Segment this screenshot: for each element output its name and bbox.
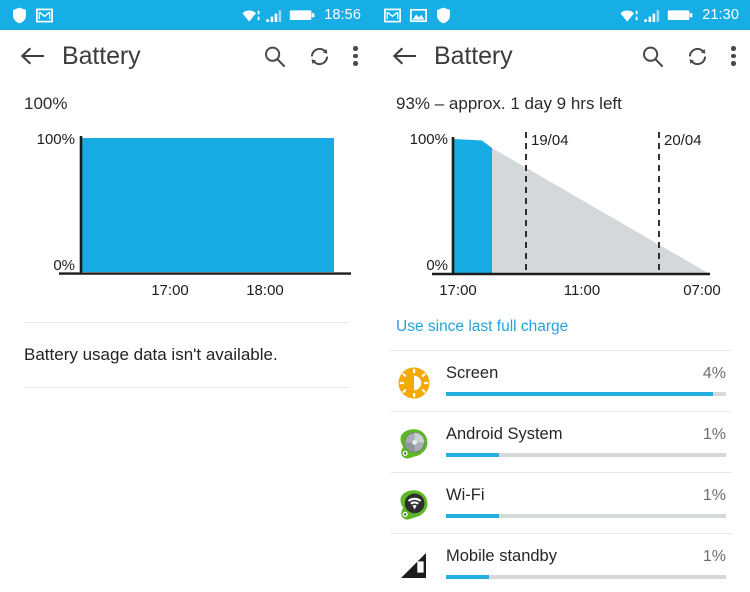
left-status-system-icons: 18:56	[242, 7, 361, 23]
left-chart-xtick-0: 17:00	[151, 282, 189, 299]
screen-brightness-icon	[396, 365, 432, 401]
list-item-header: Mobile standby 1%	[446, 547, 726, 566]
shield-icon	[437, 7, 450, 23]
right-status-time: 21:30	[702, 7, 739, 23]
left-chart-svg: 100% 0% 17:00 18:00	[37, 131, 351, 299]
list-item-progress-fill	[446, 575, 490, 579]
right-status-system-icons: 21:30	[620, 7, 739, 23]
list-item-progress-fill	[446, 453, 500, 457]
right-chart-xtick-2: 07:00	[683, 282, 721, 299]
list-item-progress-fill	[446, 392, 714, 396]
right-chart-daymarker-label-0: 19/04	[531, 132, 569, 149]
right-toolbar-actions	[641, 45, 736, 68]
right-chart-svg: 100% 0% 19/04 20/04 17:00 11:00 07:00	[410, 131, 721, 299]
list-item-body: Mobile standby 1%	[446, 545, 726, 579]
list-item-header: Wi-Fi 1%	[446, 486, 726, 505]
back-arrow-icon[interactable]	[392, 46, 418, 66]
mobile-signal-icon	[396, 548, 432, 584]
list-item[interactable]: Android System 1%	[390, 412, 732, 473]
photos-icon	[410, 8, 427, 22]
list-item-body: Screen 4%	[446, 362, 726, 396]
overflow-menu-icon[interactable]	[353, 46, 358, 66]
overflow-menu-icon[interactable]	[731, 46, 736, 66]
page-title: Battery	[434, 41, 513, 70]
left-chart-ytick-top: 100%	[37, 131, 75, 148]
list-item-progress-track	[446, 453, 726, 457]
list-item-percent: 1%	[702, 548, 726, 565]
left-chart-xtick-1: 18:00	[246, 282, 284, 299]
list-item[interactable]: Wi-Fi 1%	[390, 473, 732, 534]
list-item-progress-track	[446, 392, 726, 396]
list-item-header: Android System 1%	[446, 425, 726, 444]
signal-bars-icon	[266, 9, 282, 22]
list-item-body: Wi-Fi 1%	[446, 484, 726, 518]
left-status-time: 18:56	[324, 7, 361, 23]
battery-icon	[290, 10, 315, 20]
list-item-progress-fill	[446, 514, 500, 518]
left-battery-chart: 100% 0% 17:00 18:00	[18, 118, 354, 302]
list-item-label: Android System	[446, 425, 563, 443]
android-system-icon	[396, 426, 432, 462]
wifi-app-icon	[396, 487, 432, 523]
refresh-icon[interactable]	[308, 45, 331, 68]
battery-usage-list: Screen 4% Android System 1% Wi-Fi 1% Mob…	[390, 350, 732, 592]
right-chart-xtick-0: 17:00	[439, 282, 477, 299]
right-chart-daymarker-label-1: 20/04	[664, 132, 702, 149]
right-status-bar: 21:30	[372, 0, 750, 30]
list-item-progress-track	[446, 514, 726, 518]
refresh-icon[interactable]	[686, 45, 709, 68]
list-item-label: Mobile standby	[446, 547, 557, 565]
search-icon[interactable]	[263, 45, 286, 68]
left-status-notification-icons	[12, 7, 53, 24]
right-chart-xtick-1: 11:00	[564, 282, 600, 299]
right-battery-summary: 93% – approx. 1 day 9 hrs left	[396, 94, 622, 113]
wifi-icon	[242, 9, 261, 22]
list-item-header: Screen 4%	[446, 364, 726, 383]
page-title: Battery	[62, 41, 141, 70]
right-chart-ytick-bottom: 0%	[426, 257, 448, 274]
left-no-data-message: Battery usage data isn't available.	[24, 345, 278, 364]
gmail-icon	[384, 8, 401, 22]
battery-icon	[668, 10, 693, 20]
search-icon[interactable]	[641, 45, 664, 68]
right-chart-projection-area	[454, 140, 708, 273]
left-toolbar: Battery	[0, 30, 372, 82]
screenshot-stage: 18:56 Battery 100% 100% 0% 17:00 18:00 B…	[0, 0, 750, 592]
right-phone-panel: 21:30 Battery 93% – approx. 1 day 9 hrs …	[372, 0, 750, 592]
left-content: 100% 100% 0% 17:00 18:00 Battery usage d…	[0, 82, 372, 388]
back-arrow-icon[interactable]	[20, 46, 46, 66]
right-battery-chart: 100% 0% 19/04 20/04 17:00 11:00 07:00	[390, 118, 732, 302]
right-chart-ytick-top: 100%	[410, 131, 448, 148]
shield-icon	[13, 7, 26, 23]
list-item-body: Android System 1%	[446, 423, 726, 457]
right-toolbar: Battery	[372, 30, 750, 82]
list-item-progress-track	[446, 575, 726, 579]
left-toolbar-actions	[263, 45, 358, 68]
signal-bars-icon	[644, 9, 660, 22]
wifi-icon	[620, 9, 639, 22]
left-divider-bottom	[24, 387, 348, 388]
use-since-last-full-charge-row: Use since last full charge	[390, 302, 732, 350]
right-chart-recorded-area	[454, 139, 492, 273]
list-item[interactable]: Screen 4%	[390, 351, 732, 412]
list-item-label: Screen	[446, 364, 499, 382]
right-status-notification-icons	[384, 7, 451, 24]
list-item-percent: 1%	[702, 487, 726, 504]
left-chart-ytick-bottom: 0%	[53, 257, 75, 274]
list-item-percent: 1%	[702, 426, 726, 443]
list-item-label: Wi-Fi	[446, 486, 485, 504]
left-status-bar: 18:56	[0, 0, 372, 30]
right-content: 93% – approx. 1 day 9 hrs left 100% 0% 1…	[372, 82, 750, 592]
list-item-percent: 4%	[702, 365, 726, 382]
use-since-last-full-charge-link[interactable]: Use since last full charge	[396, 318, 568, 335]
left-phone-panel: 18:56 Battery 100% 100% 0% 17:00 18:00 B…	[0, 0, 372, 592]
left-chart-area-fill	[82, 138, 334, 272]
left-battery-summary: 100%	[24, 94, 68, 113]
gmail-icon	[36, 8, 53, 22]
list-item[interactable]: Mobile standby 1%	[390, 534, 732, 592]
